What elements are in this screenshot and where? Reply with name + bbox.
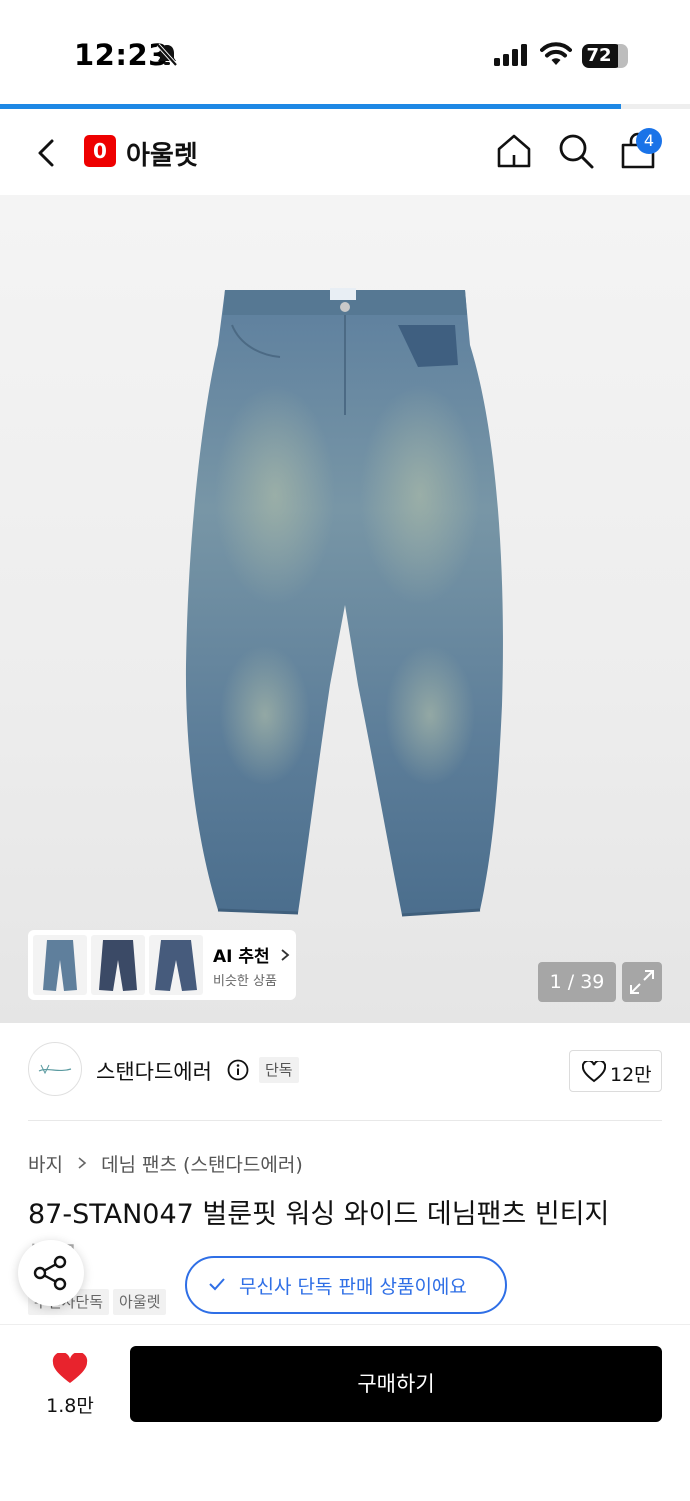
similar-product-thumb[interactable] bbox=[33, 935, 87, 995]
toast-text: 무신사 단독 판매 상품이에요 bbox=[239, 1276, 467, 1298]
fullscreen-button[interactable] bbox=[622, 962, 662, 1002]
breadcrumb-item[interactable]: 바지 bbox=[28, 1150, 63, 1177]
status-bar: 12:23 72 bbox=[0, 0, 690, 104]
product-image-gallery[interactable]: AI 추천 비슷한 상품 1 / 39 bbox=[0, 195, 690, 1023]
exclusive-notice-toast: 무신사 단독 판매 상품이에요 bbox=[185, 1256, 507, 1314]
brand-logo-mark bbox=[38, 1064, 72, 1075]
back-arrow-icon[interactable] bbox=[30, 133, 66, 173]
page-title[interactable]: 아울렛 bbox=[126, 135, 198, 172]
ai-recommend-card[interactable]: AI 추천 비슷한 상품 bbox=[28, 930, 296, 1000]
wifi-icon bbox=[540, 42, 572, 65]
brand-like-count: 12만 bbox=[610, 1064, 652, 1086]
app-header: 0 아울렛 bbox=[0, 109, 690, 195]
battery-icon: 72 bbox=[582, 44, 628, 68]
outlet-logo[interactable]: 0 bbox=[84, 135, 116, 167]
breadcrumb: 바지 데님 팬츠 (스탠다드에러) bbox=[28, 1150, 303, 1177]
share-button[interactable] bbox=[18, 1240, 84, 1306]
buy-button[interactable]: 구매하기 bbox=[130, 1346, 662, 1422]
ai-recommend-label: AI 추천 bbox=[213, 947, 270, 967]
search-icon[interactable] bbox=[556, 131, 596, 171]
breadcrumb-item[interactable]: 데님 팬츠 (스탠다드에러) bbox=[101, 1150, 303, 1177]
exclusive-tag: 단독 bbox=[259, 1057, 299, 1083]
brand-name[interactable]: 스탠다드에러 bbox=[96, 1056, 212, 1086]
similar-product-thumb[interactable] bbox=[149, 935, 203, 995]
share-icon bbox=[33, 1255, 67, 1291]
brand-like-button[interactable]: 12만 bbox=[569, 1050, 662, 1092]
divider bbox=[28, 1120, 662, 1121]
wishlist-count: 1.8만 bbox=[46, 1395, 94, 1417]
bottom-action-bar: 1.8만 구매하기 bbox=[0, 1324, 690, 1501]
wishlist-button[interactable]: 1.8만 bbox=[30, 1345, 110, 1425]
cart-count-badge: 4 bbox=[636, 128, 662, 154]
ai-recommend-subtitle: 비슷한 상품 bbox=[213, 974, 277, 989]
bell-muted-icon bbox=[156, 43, 178, 67]
chevron-right-icon bbox=[77, 1153, 87, 1175]
chevron-right-icon bbox=[281, 949, 290, 961]
info-icon[interactable] bbox=[227, 1059, 249, 1081]
check-icon bbox=[209, 1278, 225, 1291]
similar-product-thumb[interactable] bbox=[91, 935, 145, 995]
brand-row: 스탠다드에러 단독 12만 bbox=[28, 1040, 662, 1104]
expand-icon bbox=[630, 970, 654, 994]
image-page-counter: 1 / 39 bbox=[538, 962, 616, 1002]
home-icon[interactable] bbox=[494, 131, 534, 171]
heart-filled-icon bbox=[52, 1353, 88, 1383]
product-title: 87-STAN047 벌룬핏 워싱 와이드 데님팬츠 빈티지 bbox=[28, 1199, 610, 1230]
signal-icon bbox=[494, 44, 527, 66]
brand-avatar[interactable] bbox=[28, 1042, 82, 1096]
product-tag: 아울렛 bbox=[113, 1289, 167, 1315]
battery-level: 72 bbox=[586, 45, 612, 66]
product-image[interactable] bbox=[180, 285, 510, 925]
ai-recommend-title[interactable]: AI 추천 bbox=[213, 942, 290, 967]
heart-outline-icon bbox=[582, 1061, 606, 1083]
